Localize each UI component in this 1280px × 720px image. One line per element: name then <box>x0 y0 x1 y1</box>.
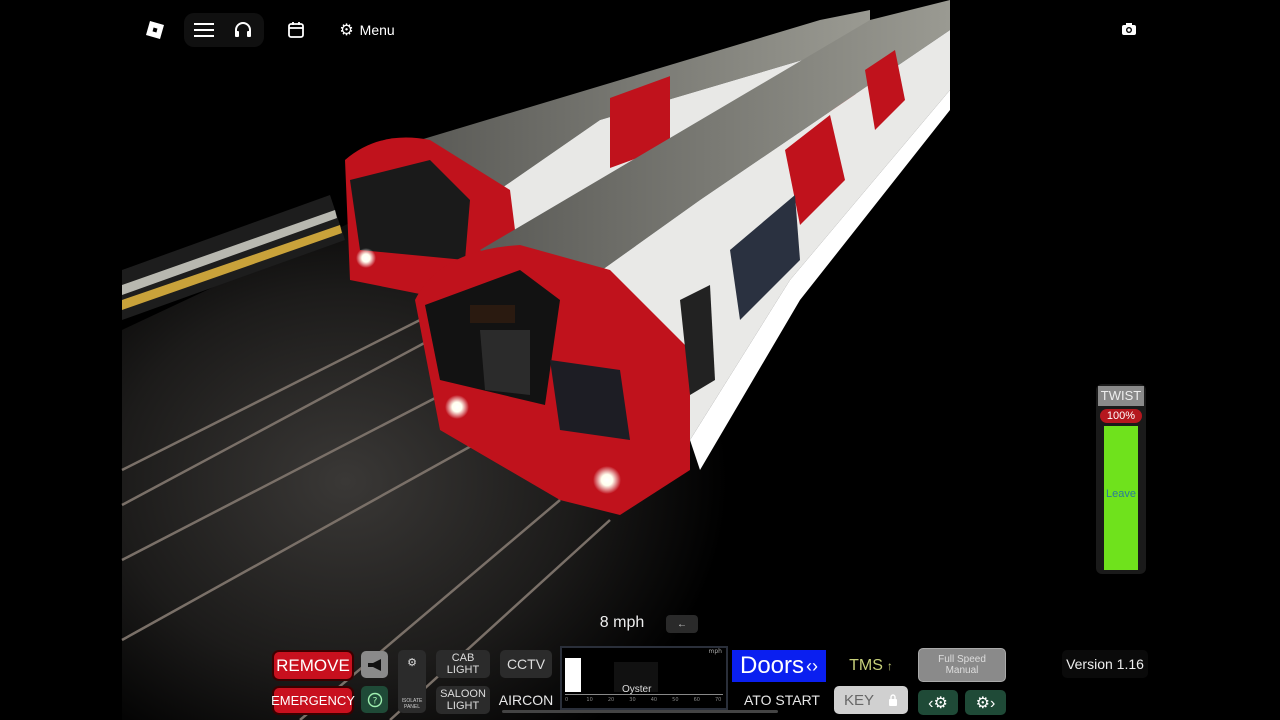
hamburger-icon <box>194 23 214 37</box>
gears-icon: ⚙ <box>407 657 417 669</box>
settings-prev-icon: ‹⚙ <box>928 694 948 712</box>
settings-next-icon: ⚙› <box>975 694 996 712</box>
doors-label: Doors <box>739 652 805 679</box>
twist-percent: 100% <box>1100 409 1142 423</box>
speedo-ticks: 0 10 20 30 40 50 60 70 <box>565 694 723 709</box>
tms-arrow-icon: ↑ <box>886 659 893 673</box>
gear-icon: ⚙ <box>339 20 354 39</box>
voice-chat-button[interactable] <box>228 13 258 47</box>
ato-start-label: ATO START <box>744 692 820 708</box>
saloon-light-label: SALOON LIGHT <box>440 688 486 712</box>
speedo-tick-label: 60 <box>693 697 700 703</box>
doors-button[interactable]: Doors ‹› <box>732 650 826 682</box>
key-label: KEY <box>843 691 874 709</box>
speedometer-panel: mph Oyster 0 10 20 30 40 50 60 70 <box>560 646 728 710</box>
help-icon: ? <box>367 692 382 707</box>
isolate-panel-label: ISOLATE PANEL <box>401 698 423 710</box>
ato-start-button[interactable]: ATO START <box>738 688 826 712</box>
schedule-button[interactable] <box>280 13 312 47</box>
speedo-tick-label: 40 <box>650 697 658 703</box>
speedo-tick-label: 0 <box>565 697 569 703</box>
menu-label: Menu <box>359 22 395 38</box>
calendar-icon <box>288 22 304 38</box>
isolate-panel-button[interactable]: ⚙ ISOLATE PANEL <box>398 650 426 713</box>
version-badge: Version 1.16 <box>1062 650 1148 678</box>
cab-light-button[interactable]: CAB LIGHT <box>436 650 490 678</box>
aircon-label: AIRCON <box>498 692 554 708</box>
speedo-fill-bar <box>565 658 581 692</box>
remove-label: REMOVE <box>276 655 350 675</box>
menu-button[interactable]: ⚙ Menu <box>334 13 400 47</box>
hamburger-menu-button[interactable] <box>189 13 219 47</box>
emergency-button[interactable]: EMERGENCY <box>271 686 355 715</box>
speedo-tick-label: 30 <box>629 697 636 703</box>
aircon-button[interactable]: AIRCON <box>498 688 554 712</box>
key-button[interactable]: KEY <box>834 686 908 714</box>
full-speed-manual-label: Full Speed Manual <box>938 654 986 676</box>
roblox-logo-icon <box>146 21 164 39</box>
speedo-tick-label: 70 <box>715 697 722 703</box>
twist-status: Leave <box>1106 488 1136 500</box>
screenshot-button[interactable] <box>1114 14 1144 44</box>
full-speed-manual-button[interactable]: Full Speed Manual <box>918 648 1006 682</box>
cctv-label: CCTV <box>506 656 546 672</box>
speedo-tick-label: 10 <box>586 697 593 703</box>
doors-arrows-icon: ‹› <box>806 655 819 676</box>
twist-title: TWIST <box>1098 386 1144 406</box>
help-button[interactable]: ? <box>361 686 388 713</box>
speedo-tick-label: 20 <box>607 697 615 703</box>
roblox-logo-button[interactable] <box>138 13 172 47</box>
svg-text:?: ? <box>372 696 377 706</box>
version-label: Version 1.16 <box>1066 656 1144 672</box>
cab-light-label: CAB LIGHT <box>446 652 480 676</box>
twist-gauge: TWIST 100% Leave <box>1096 384 1146 574</box>
speedo-unit: mph <box>708 648 722 655</box>
emergency-label: EMERGENCY <box>271 693 355 708</box>
tms-label: TMS <box>849 657 883 674</box>
speed-readout: 8 mph <box>599 614 645 631</box>
camera-icon <box>1122 23 1136 35</box>
twist-bar-track: Leave <box>1104 426 1138 570</box>
saloon-light-button[interactable]: SALOON LIGHT <box>436 686 490 714</box>
tms-button[interactable]: TMS ↑ <box>836 652 906 680</box>
cctv-button[interactable]: CCTV <box>500 650 552 678</box>
remove-button[interactable]: REMOVE <box>272 650 354 681</box>
game-scene <box>0 0 1280 720</box>
settings-prev-button[interactable]: ‹⚙ <box>918 690 958 715</box>
horn-button[interactable] <box>361 651 388 678</box>
speedo-tick-label: 50 <box>672 697 679 703</box>
direction-arrow-icon: ← <box>677 618 687 630</box>
direction-button[interactable]: ← <box>666 615 698 633</box>
headphones-icon <box>235 22 251 37</box>
lock-icon <box>889 694 897 706</box>
horn-icon <box>367 658 381 671</box>
speedo-scrollbar[interactable] <box>502 710 778 713</box>
settings-next-button[interactable]: ⚙› <box>965 690 1006 715</box>
